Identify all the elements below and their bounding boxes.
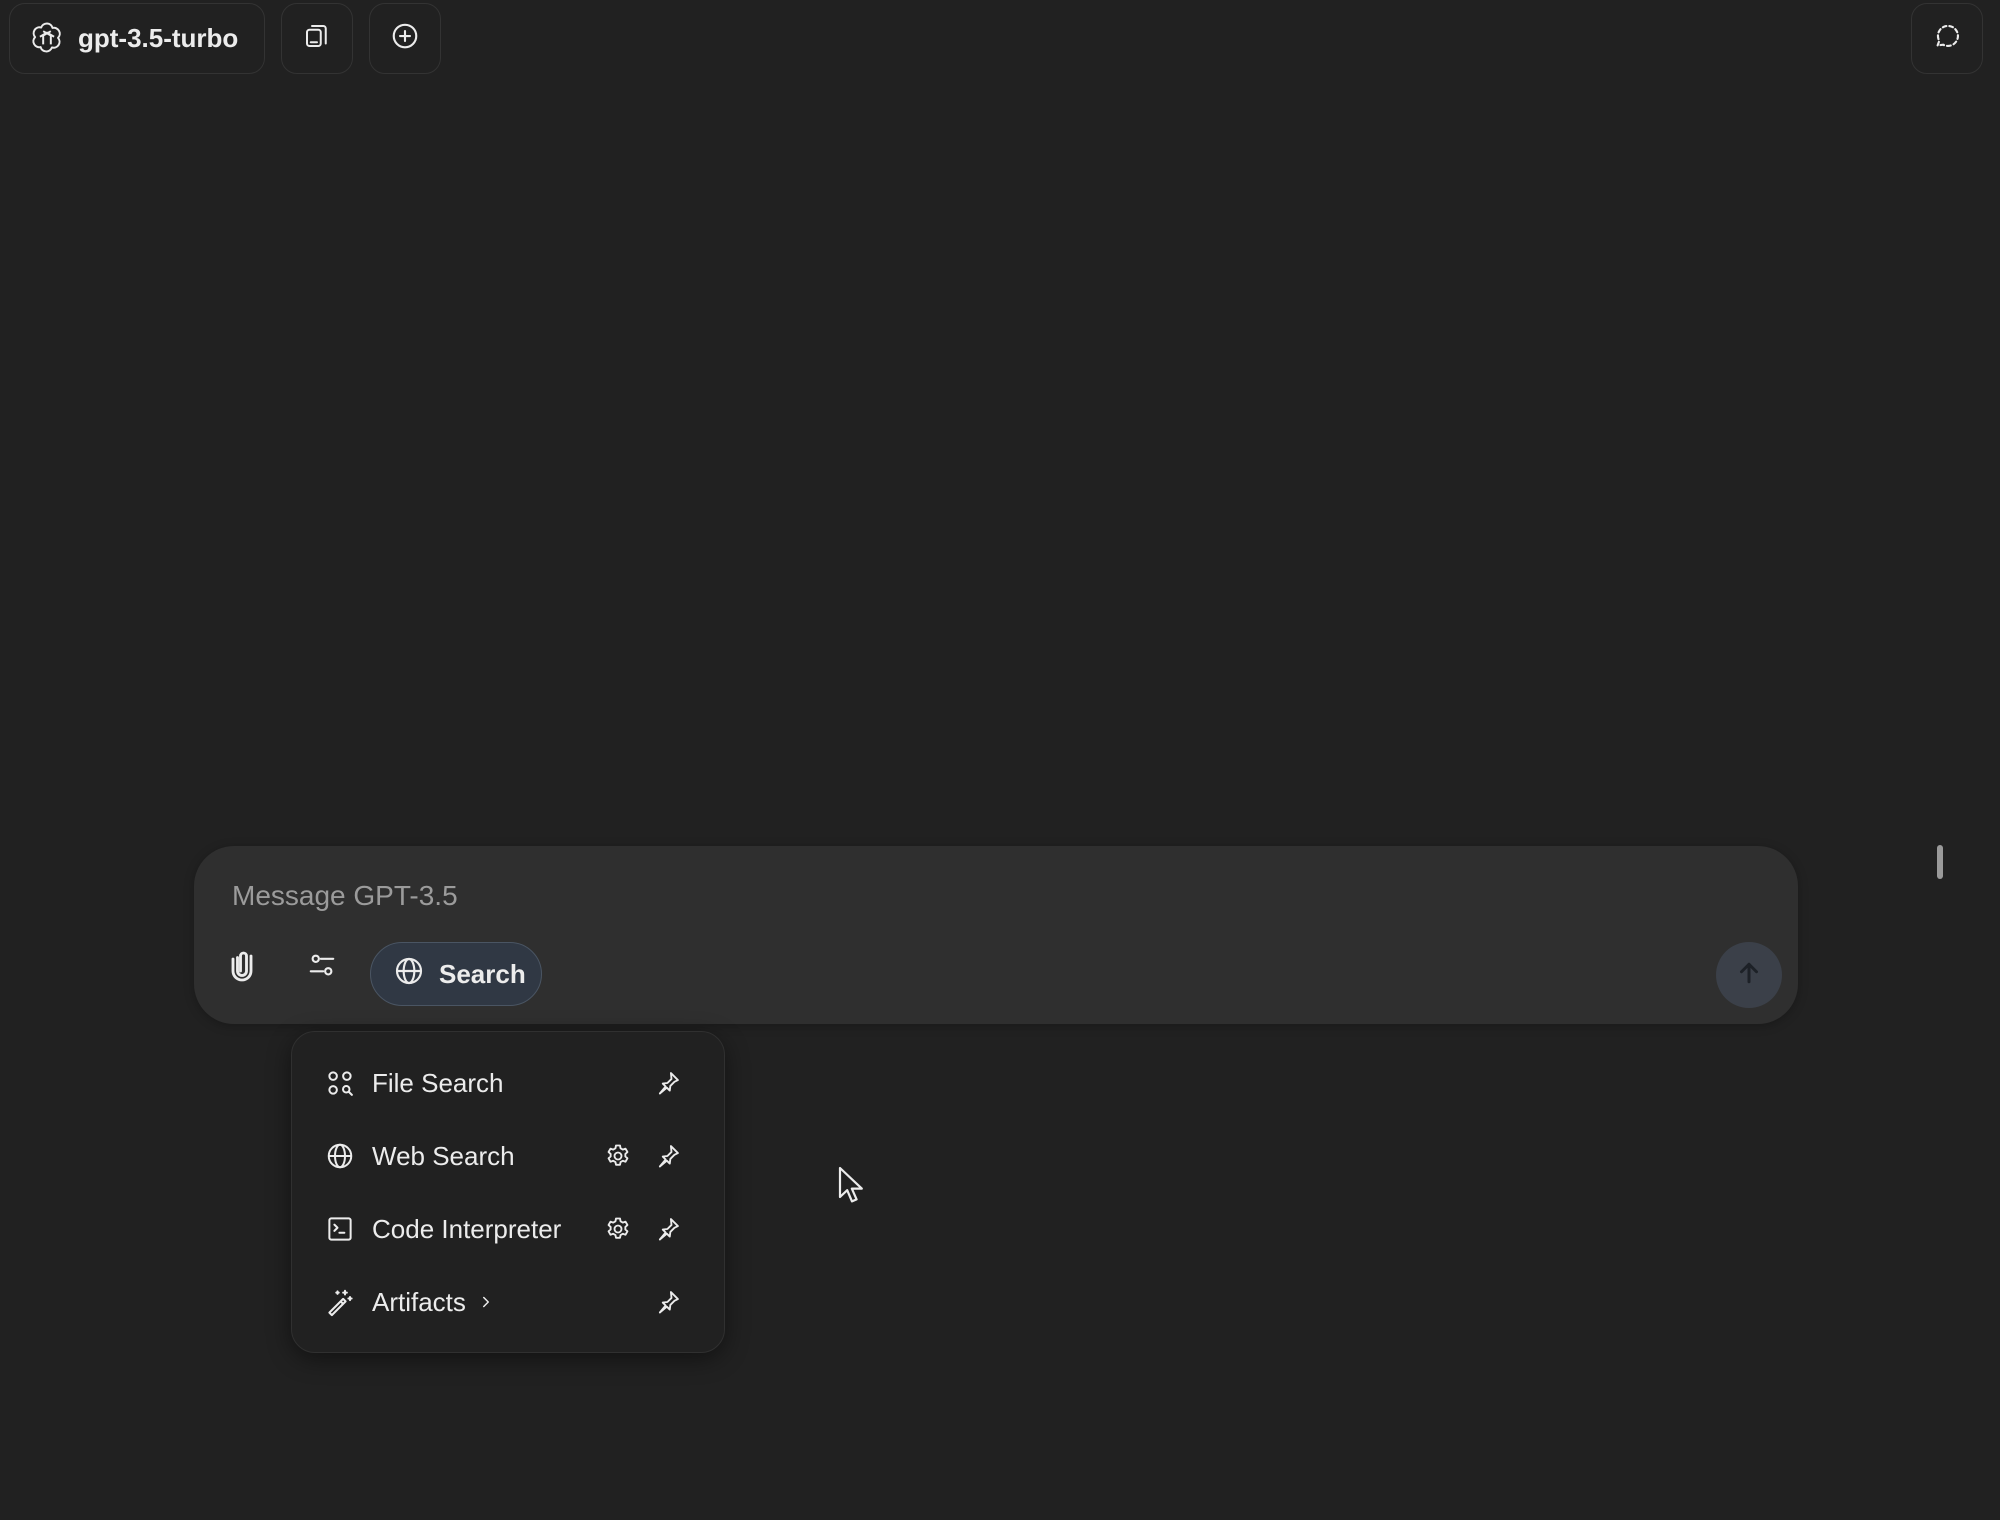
model-name-label: gpt-3.5-turbo — [78, 23, 239, 53]
new-chat-button[interactable] — [369, 3, 441, 74]
mouse-cursor-icon — [838, 1166, 863, 1203]
message-input[interactable] — [232, 876, 1632, 916]
globe-icon — [393, 955, 425, 994]
globe-icon — [324, 1140, 356, 1172]
menu-item-label: Web Search — [372, 1141, 515, 1171]
scrollbar-handle[interactable] — [1937, 845, 1943, 879]
pin-icon[interactable] — [652, 1213, 684, 1245]
chat-page: gpt-3.5-turbo Message GPT-3.5 Search Fil… — [0, 0, 2000, 1520]
tools-menu: File Search Web Search Code Interpreter … — [291, 1031, 725, 1353]
file-search-icon — [324, 1067, 356, 1099]
temporary-chat-button[interactable] — [1911, 3, 1983, 74]
menu-item-label: File Search — [372, 1068, 504, 1098]
openai-logo-icon — [30, 19, 64, 58]
menu-item-label: Code Interpreter — [372, 1214, 562, 1244]
sliders-icon — [307, 950, 337, 985]
search-toggle-button[interactable]: Search — [370, 942, 542, 1006]
menu-item-artifacts[interactable]: Artifacts — [308, 1271, 710, 1333]
paperclip-icon — [224, 947, 260, 988]
attach-file-button[interactable] — [216, 941, 268, 993]
menu-item-file-search[interactable]: File Search — [308, 1052, 710, 1114]
pin-icon[interactable] — [652, 1286, 684, 1318]
gear-icon[interactable] — [602, 1140, 634, 1172]
pin-icon[interactable] — [652, 1067, 684, 1099]
send-button[interactable] — [1716, 942, 1782, 1008]
plus-circle-icon — [390, 21, 420, 56]
gear-icon[interactable] — [602, 1213, 634, 1245]
model-selector-button[interactable]: gpt-3.5-turbo — [9, 3, 265, 74]
magic-wand-icon — [324, 1286, 356, 1318]
tools-settings-button[interactable] — [296, 941, 348, 993]
menu-item-label: Artifacts — [372, 1287, 466, 1317]
search-toggle-label: Search — [439, 958, 526, 989]
copy-conversation-button[interactable] — [281, 3, 353, 74]
dashed-message-icon — [1932, 21, 1962, 56]
menu-item-code-interpreter[interactable]: Code Interpreter — [308, 1198, 710, 1260]
terminal-icon — [324, 1213, 356, 1245]
chevron-right-icon — [476, 1286, 496, 1318]
copy-icon — [302, 21, 332, 56]
arrow-up-icon — [1734, 958, 1764, 993]
message-composer: Search — [194, 846, 1798, 1024]
pin-icon[interactable] — [652, 1140, 684, 1172]
menu-item-web-search[interactable]: Web Search — [308, 1125, 710, 1187]
